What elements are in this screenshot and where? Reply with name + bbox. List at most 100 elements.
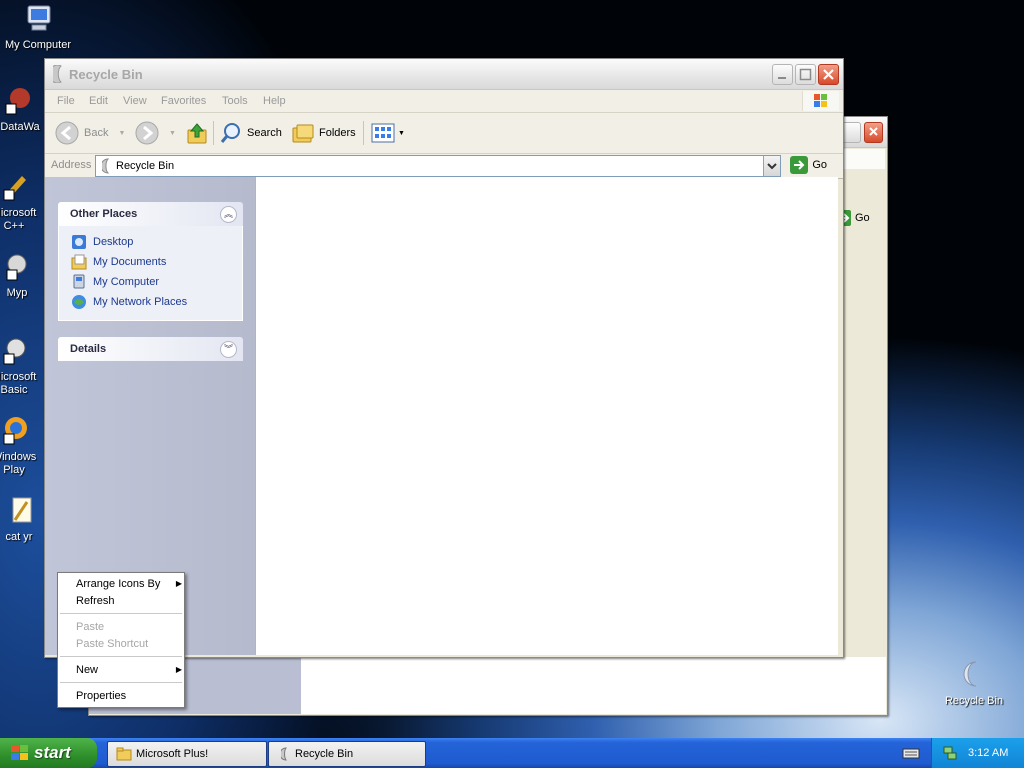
expand-chevron-icon[interactable]: ︾ bbox=[220, 341, 237, 358]
network-places-icon bbox=[72, 295, 86, 309]
close-button[interactable] bbox=[818, 64, 839, 85]
desktop-icon-myp[interactable]: Myp bbox=[0, 250, 46, 300]
views-button[interactable]: ▼ bbox=[371, 120, 405, 146]
address-dropdown-button[interactable] bbox=[763, 156, 780, 176]
desktop-icon-microsoft-cpp[interactable]: Microsoft C++ bbox=[0, 170, 46, 233]
go-label: Go bbox=[812, 159, 827, 171]
desktop-icon-windows-player[interactable]: Windows Play bbox=[0, 414, 46, 477]
minimize-icon bbox=[778, 77, 786, 79]
address-bar: Address Recycle Bin Go bbox=[45, 154, 843, 179]
recycle-bin-title-icon bbox=[53, 65, 62, 83]
menu-favorites[interactable]: Favorites bbox=[161, 95, 206, 107]
close-button[interactable] bbox=[864, 122, 883, 143]
menu-item-arrange-icons-by[interactable]: Arrange Icons By ▶ bbox=[76, 578, 182, 590]
media-player-icon bbox=[3, 417, 27, 445]
chevron-down-icon bbox=[767, 163, 777, 170]
desktop-icon-cat[interactable]: cat yr bbox=[0, 494, 48, 544]
search-label: Search bbox=[247, 127, 282, 139]
toolbar-separator bbox=[363, 121, 364, 145]
details-header[interactable]: Details ︾ bbox=[58, 337, 243, 361]
back-dropdown-icon[interactable]: ▼ bbox=[118, 130, 125, 137]
taskbar-item-recycle-bin[interactable]: Recycle Bin bbox=[268, 741, 426, 767]
menu-item-label: Arrange Icons By bbox=[76, 578, 161, 590]
desktop-icon-recycle-bin[interactable]: Recycle Bin bbox=[934, 658, 1014, 708]
address-label: Address bbox=[51, 159, 92, 171]
up-folder-icon bbox=[187, 123, 207, 144]
other-places-body: Desktop My Documents My Computer My Netw… bbox=[58, 226, 243, 321]
menu-separator bbox=[60, 656, 182, 657]
desktop-icon-microsoft-basic[interactable]: Microsoft Basic bbox=[0, 334, 46, 397]
search-button[interactable]: Search bbox=[219, 120, 282, 146]
back-button[interactable]: Back ▼ bbox=[55, 120, 125, 146]
keyboard-icon[interactable] bbox=[902, 746, 920, 763]
up-folder-button[interactable] bbox=[185, 120, 209, 146]
taskbar: start Microsoft Plus! Recycle Bin 3:12 A… bbox=[0, 738, 1024, 768]
address-field[interactable]: Recycle Bin bbox=[95, 155, 781, 177]
minimize-button[interactable] bbox=[772, 64, 793, 85]
link-my-network-places[interactable]: My Network Places bbox=[59, 292, 242, 312]
desktop-icon bbox=[72, 235, 86, 249]
close-icon bbox=[869, 127, 878, 136]
menu-item-properties[interactable]: Properties bbox=[76, 690, 126, 702]
go-label: Go bbox=[855, 212, 870, 224]
other-places-header[interactable]: Other Places ︽ bbox=[58, 202, 243, 226]
desktop-icon-label: My Computer bbox=[4, 39, 72, 51]
back-label: Back bbox=[84, 127, 109, 139]
menu-bar: File Edit View Favorites Tools Help bbox=[45, 90, 843, 113]
collapse-chevron-icon[interactable]: ︽ bbox=[220, 206, 237, 223]
maximize-icon bbox=[799, 68, 812, 81]
maximize-button[interactable] bbox=[842, 122, 861, 143]
menu-help[interactable]: Help bbox=[263, 95, 286, 107]
forward-button[interactable]: ▼ bbox=[135, 120, 176, 146]
search-icon bbox=[220, 123, 240, 143]
other-places-panel: Other Places ︽ Desktop My Documents My C… bbox=[58, 202, 243, 321]
recycle-bin-window[interactable]: Recycle Bin File Edit View Favorites Too… bbox=[44, 58, 844, 658]
network-tray-icon[interactable] bbox=[942, 745, 958, 761]
link-my-computer[interactable]: My Computer bbox=[59, 272, 242, 292]
maximize-button[interactable] bbox=[795, 64, 816, 85]
details-title: Details bbox=[70, 343, 107, 355]
desktop-icon-label: Recycle Bin bbox=[944, 695, 1004, 707]
taskbar-item-microsoft-plus[interactable]: Microsoft Plus! bbox=[107, 741, 267, 767]
menu-view[interactable]: View bbox=[123, 95, 147, 107]
forward-dropdown-icon[interactable]: ▼ bbox=[169, 130, 176, 137]
window-titlebar[interactable]: Recycle Bin bbox=[45, 59, 843, 90]
go-button[interactable]: Go bbox=[790, 156, 827, 174]
shortcut-icon bbox=[5, 88, 30, 115]
go-arrow-icon bbox=[790, 156, 809, 174]
desktop-icon-label: DataWa bbox=[0, 121, 40, 133]
views-dropdown-icon: ▼ bbox=[398, 129, 405, 137]
link-label: My Documents bbox=[93, 256, 167, 268]
desktop-icon-label: Myp bbox=[6, 287, 28, 299]
folders-button[interactable]: Folders bbox=[291, 120, 356, 146]
start-button[interactable]: start bbox=[0, 738, 97, 768]
clock[interactable]: 3:12 AM bbox=[968, 747, 1008, 759]
visual-studio-icon bbox=[3, 176, 26, 201]
document-icon bbox=[12, 497, 32, 523]
menu-item-refresh[interactable]: Refresh bbox=[76, 595, 115, 607]
views-icon bbox=[371, 123, 395, 143]
close-icon bbox=[823, 69, 834, 80]
file-list-area[interactable] bbox=[255, 177, 838, 655]
menu-tools[interactable]: Tools bbox=[222, 95, 248, 107]
desktop-icon-my-computer[interactable]: My Computer bbox=[0, 2, 78, 52]
menu-file[interactable]: File bbox=[57, 95, 75, 107]
menu-separator bbox=[60, 613, 182, 614]
desktop-icon-label: cat yr bbox=[5, 531, 33, 543]
link-desktop[interactable]: Desktop bbox=[59, 232, 242, 252]
menu-edit[interactable]: Edit bbox=[89, 95, 108, 107]
address-value: Recycle Bin bbox=[116, 160, 175, 172]
shortcut-icon bbox=[6, 254, 27, 281]
start-label: start bbox=[34, 743, 71, 762]
computer-icon bbox=[27, 5, 51, 31]
submenu-arrow-icon: ▶ bbox=[175, 665, 182, 674]
link-my-documents[interactable]: My Documents bbox=[59, 252, 242, 272]
my-computer-icon bbox=[73, 274, 85, 289]
menu-item-new[interactable]: New ▶ bbox=[76, 664, 182, 676]
submenu-arrow-icon: ▶ bbox=[175, 579, 182, 588]
back-arrow-icon bbox=[55, 121, 79, 145]
menu-item-paste: Paste bbox=[76, 621, 105, 633]
folders-label: Folders bbox=[319, 127, 356, 139]
folder-icon bbox=[116, 747, 132, 761]
desktop-icon-datawa[interactable]: DataWa bbox=[0, 84, 48, 134]
